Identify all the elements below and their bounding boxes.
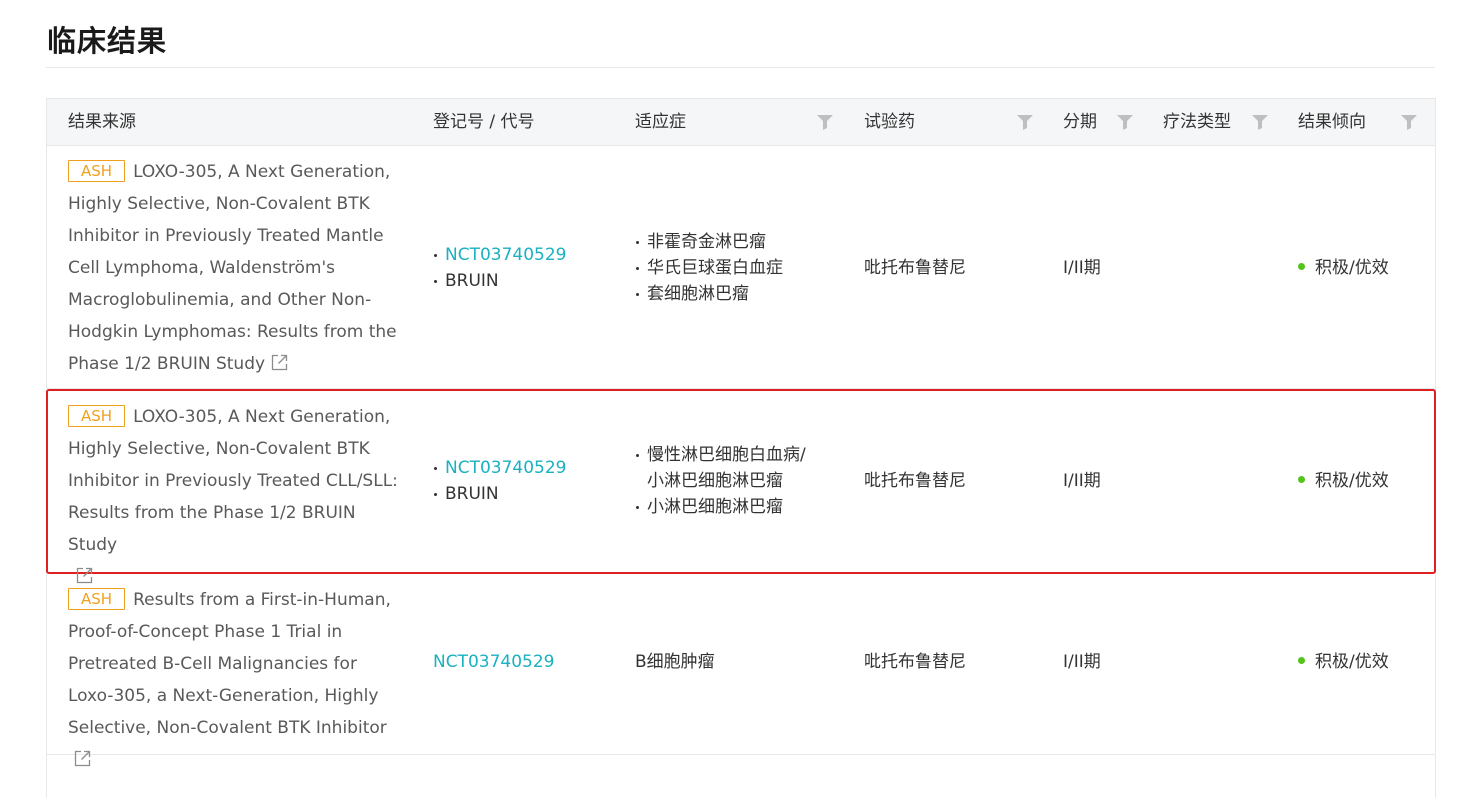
header-phase: 分期 [1063,112,1097,132]
source-tag: ASH [68,588,126,610]
outcome-label: 积极/优效 [1315,471,1389,491]
indication-item: 小淋巴细胞淋巴瘤 [635,494,806,520]
phase-cell: I/II期 [1063,471,1101,491]
positive-dot-icon [1298,263,1305,270]
page-title: 临床结果 [47,24,168,58]
outcome-cell: 积极/优效 [1298,468,1389,494]
result-source: ASH LOXO-305, A Next Generation, Highly S… [68,156,403,380]
table-header: 结果来源 登记号 / 代号 适应症 试验药 分期 疗法类型 结果倾向 [47,98,1435,146]
indication-cell: 慢性淋巴细胞白血病/ 小淋巴细胞淋巴瘤 小淋巴细胞淋巴瘤 [635,442,806,520]
results-table: 结果来源 登记号 / 代号 适应症 试验药 分期 疗法类型 结果倾向 ASH LO… [46,98,1436,798]
result-title-link[interactable]: LOXO-305, A Next Generation, Highly Sele… [68,162,397,374]
result-source: ASH LOXO-305, A Next Generation, Highly S… [68,401,403,593]
drug-cell: 吡托布鲁替尼 [864,258,966,278]
outcome-label: 积极/优效 [1315,652,1389,672]
registry-id-link[interactable]: NCT03740529 [433,649,555,675]
filter-icon[interactable] [1401,115,1417,130]
drug-cell: 吡托布鲁替尼 [864,471,966,491]
registry-id-link[interactable]: NCT03740529 [433,455,567,481]
phase-cell: I/II期 [1063,258,1101,278]
drug-cell: 吡托布鲁替尼 [864,652,966,672]
table-row: ASH Results from a First-in-Human, Proof-… [47,574,1435,767]
result-title-link[interactable]: LOXO-305, A Next Generation, Highly Sele… [68,407,398,555]
header-indication: 适应症 [635,112,686,132]
registry-cell: NCT03740529 BRUIN [433,242,567,294]
positive-dot-icon [1298,657,1305,664]
indication-cell: B细胞肿瘤 [635,652,715,672]
header-therapy: 疗法类型 [1163,112,1231,132]
source-tag: ASH [68,160,126,182]
filter-icon[interactable] [817,115,833,130]
table-row-highlighted: ASH LOXO-305, A Next Generation, Highly S… [46,389,1436,584]
header-source: 结果来源 [68,112,136,132]
external-link-icon[interactable] [74,746,91,767]
indication-item: 非霍奇金淋巴瘤 [635,229,783,255]
indication-item-continued: 小淋巴细胞淋巴瘤 [647,471,783,491]
indication-item: 套细胞淋巴瘤 [635,281,783,307]
table-row: ASH LOXO-305, A Next Generation, Highly S… [47,146,1435,389]
study-code: BRUIN [433,268,567,294]
positive-dot-icon [1298,476,1305,483]
outcome-cell: 积极/优效 [1298,255,1389,281]
filter-icon[interactable] [1252,115,1268,130]
filter-icon[interactable] [1017,115,1033,130]
source-tag: ASH [68,405,126,427]
result-title-link[interactable]: Results from a First-in-Human, Proof-of-… [68,590,391,738]
indication-item: 慢性淋巴细胞白血病/ [635,442,806,468]
filter-icon[interactable] [1117,115,1133,130]
title-divider [46,67,1435,68]
header-registry: 登记号 / 代号 [433,112,535,132]
phase-cell: I/II期 [1063,652,1101,672]
header-outcome: 结果倾向 [1298,112,1366,132]
outcome-cell: 积极/优效 [1298,649,1389,675]
indication-item: 华氏巨球蛋白血症 [635,255,783,281]
header-drug: 试验药 [864,112,915,132]
indication-cell: 非霍奇金淋巴瘤 华氏巨球蛋白血症 套细胞淋巴瘤 [635,229,783,307]
result-source: ASH Results from a First-in-Human, Proof-… [68,584,403,776]
external-link-icon[interactable] [271,350,288,371]
outcome-label: 积极/优效 [1315,258,1389,278]
registry-id-link[interactable]: NCT03740529 [433,242,567,268]
study-code: BRUIN [433,481,567,507]
registry-cell: NCT03740529 BRUIN [433,455,567,507]
